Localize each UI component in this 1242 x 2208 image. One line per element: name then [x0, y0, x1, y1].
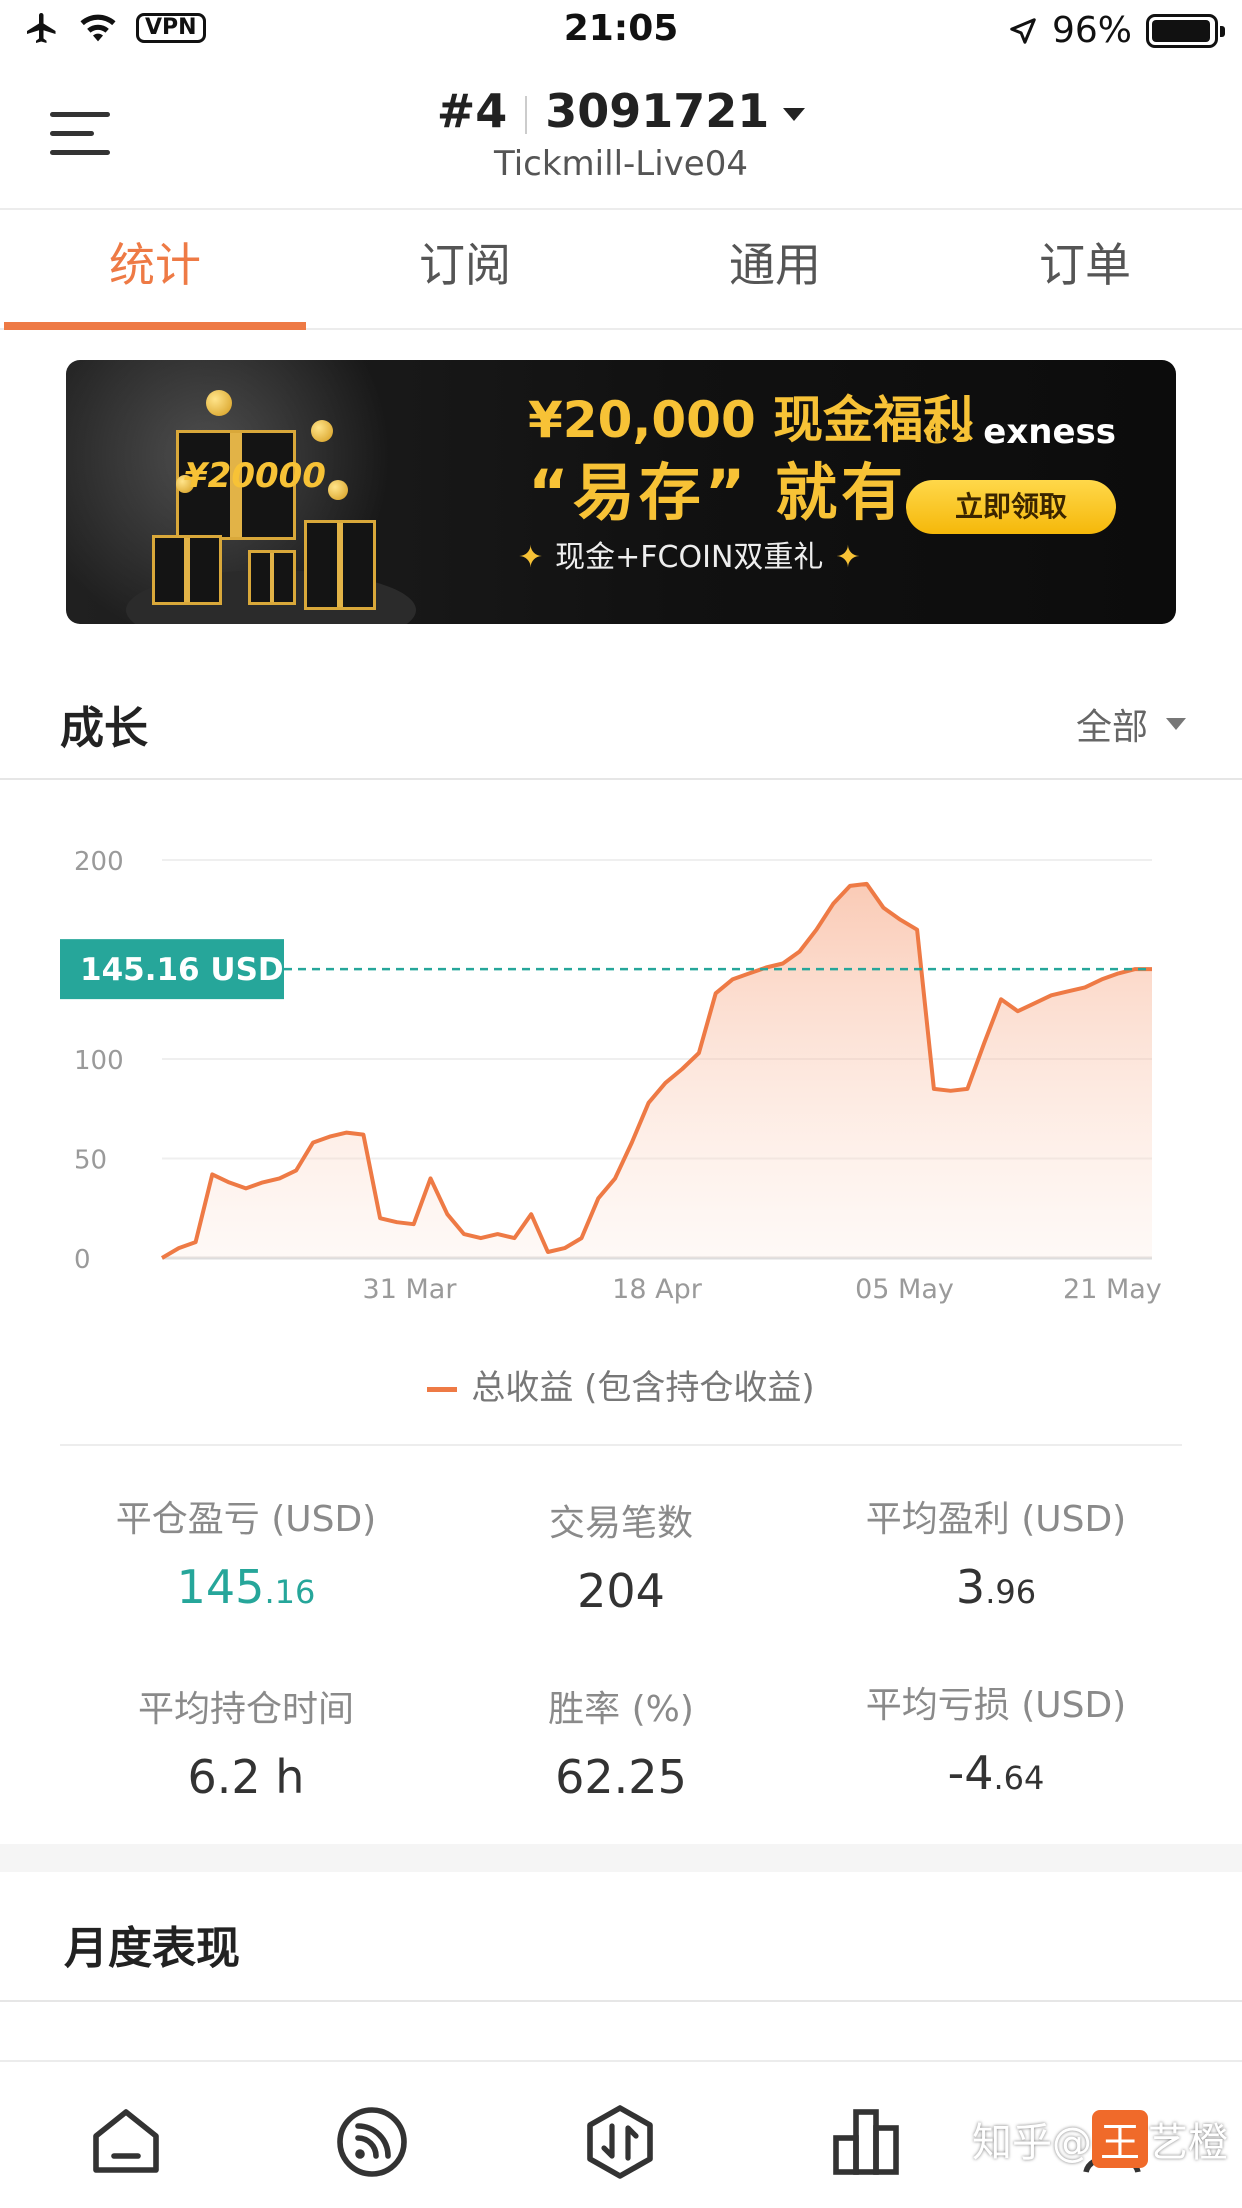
- y-tick-label: 50: [74, 1146, 107, 1176]
- tab-bar: 统计 订阅 通用 订单: [0, 210, 1242, 330]
- tab-subscribe[interactable]: 订阅: [310, 210, 620, 328]
- chevron-down-icon: [783, 108, 806, 121]
- range-value: 全部: [1075, 707, 1148, 748]
- stat-closed-pnl: 平仓盈亏 (USD) 145.16: [115, 1499, 377, 1614]
- promo-banner[interactable]: ¥20000 ¥20,000 现金福利 “易存” 就有 ✦ 现金+FCOIN双重礼…: [66, 360, 1176, 624]
- y-tick-label: 200: [74, 847, 124, 877]
- y-tick-label: 100: [74, 1046, 124, 1076]
- gift-amount: ¥20000: [184, 456, 326, 496]
- promo-slogan: “易存” 就有: [528, 456, 908, 529]
- growth-section-header: 成长 全部: [0, 660, 1242, 780]
- tab-orders[interactable]: 订单: [930, 210, 1240, 328]
- caret-down-icon: [1166, 718, 1186, 730]
- exness-mark-icon: ℰ✕: [924, 412, 978, 452]
- claim-button[interactable]: 立即领取: [906, 480, 1116, 534]
- chart-legend: 总收益 (包含持仓收益): [0, 1360, 1242, 1409]
- stat-trade-count: 交易笔数 204: [548, 1503, 693, 1618]
- growth-chart: 145.16 USD 0 50 100 200 31 Mar 18 Apr 05 May 21…: [0, 790, 1242, 1430]
- legend-swatch: [427, 1387, 458, 1392]
- stats-grid: 平仓盈亏 (USD) 145.16 交易笔数 204 平均盈利 (USD) 3.…: [0, 1480, 1242, 1840]
- battery-level: [1152, 19, 1210, 42]
- growth-area: [162, 883, 1152, 1258]
- x-tick-label: 31 Mar: [363, 1274, 458, 1305]
- account-number: 3091721: [545, 84, 770, 138]
- stat-avg-hold-time: 平均持仓时间 6.2 h: [137, 1689, 354, 1804]
- stat-win-rate: 胜率 (%) 62.25: [548, 1689, 694, 1804]
- battery-percent: 96%: [1051, 10, 1132, 51]
- range-dropdown[interactable]: 全部: [1076, 698, 1186, 750]
- gift-box-icon: [304, 520, 376, 610]
- current-value-label: 145.16 USD: [80, 952, 284, 988]
- status-right: 96%: [1008, 10, 1225, 51]
- monthly-title: 月度表现: [64, 1923, 240, 1974]
- server-name: Tickmill-Live04: [494, 144, 748, 184]
- gift-box-icon: [152, 535, 222, 605]
- status-bar: VPN 21:05 96%: [0, 0, 1242, 64]
- y-tick-label: 0: [74, 1245, 91, 1275]
- tab-general[interactable]: 通用: [620, 210, 930, 328]
- monthly-section-header: 月度表现: [0, 1872, 1242, 2002]
- gift-box-icon: [248, 550, 296, 605]
- watermark: 知乎@ 王艺橙: [972, 2110, 1228, 2168]
- account-selector[interactable]: #4 3091721: [0, 84, 1242, 138]
- stat-avg-loss: 平均亏损 (USD) -4.64: [865, 1685, 1127, 1800]
- tab-stats[interactable]: 统计: [0, 210, 310, 330]
- chart-bar-icon[interactable]: [826, 2102, 906, 2182]
- home-icon[interactable]: [86, 2102, 166, 2182]
- location-arrow-icon: [1010, 17, 1036, 44]
- x-tick-label: 18 Apr: [612, 1274, 703, 1305]
- x-tick-label: 05 May: [855, 1274, 954, 1305]
- account-index: #4: [436, 84, 508, 138]
- promo-sub: ✦ 现金+FCOIN双重礼 ✦: [518, 540, 861, 575]
- growth-chart-svg: 145.16 USD 0 50 100 200 31 Mar 18 Apr 05 May 21…: [60, 847, 1162, 1305]
- app-header: #4 3091721 Tickmill-Live04: [0, 64, 1242, 210]
- battery-icon: [1146, 13, 1225, 48]
- trade-icon[interactable]: [580, 2102, 660, 2182]
- stat-avg-profit: 平均盈利 (USD) 3.96: [865, 1499, 1127, 1614]
- feed-icon[interactable]: [332, 2102, 412, 2182]
- growth-title: 成长: [60, 703, 148, 754]
- legend-label: 总收益 (包含持仓收益): [471, 1368, 815, 1408]
- exness-logo: ℰ✕ exness: [924, 412, 1117, 452]
- x-tick-label: 21 May: [1063, 1274, 1162, 1305]
